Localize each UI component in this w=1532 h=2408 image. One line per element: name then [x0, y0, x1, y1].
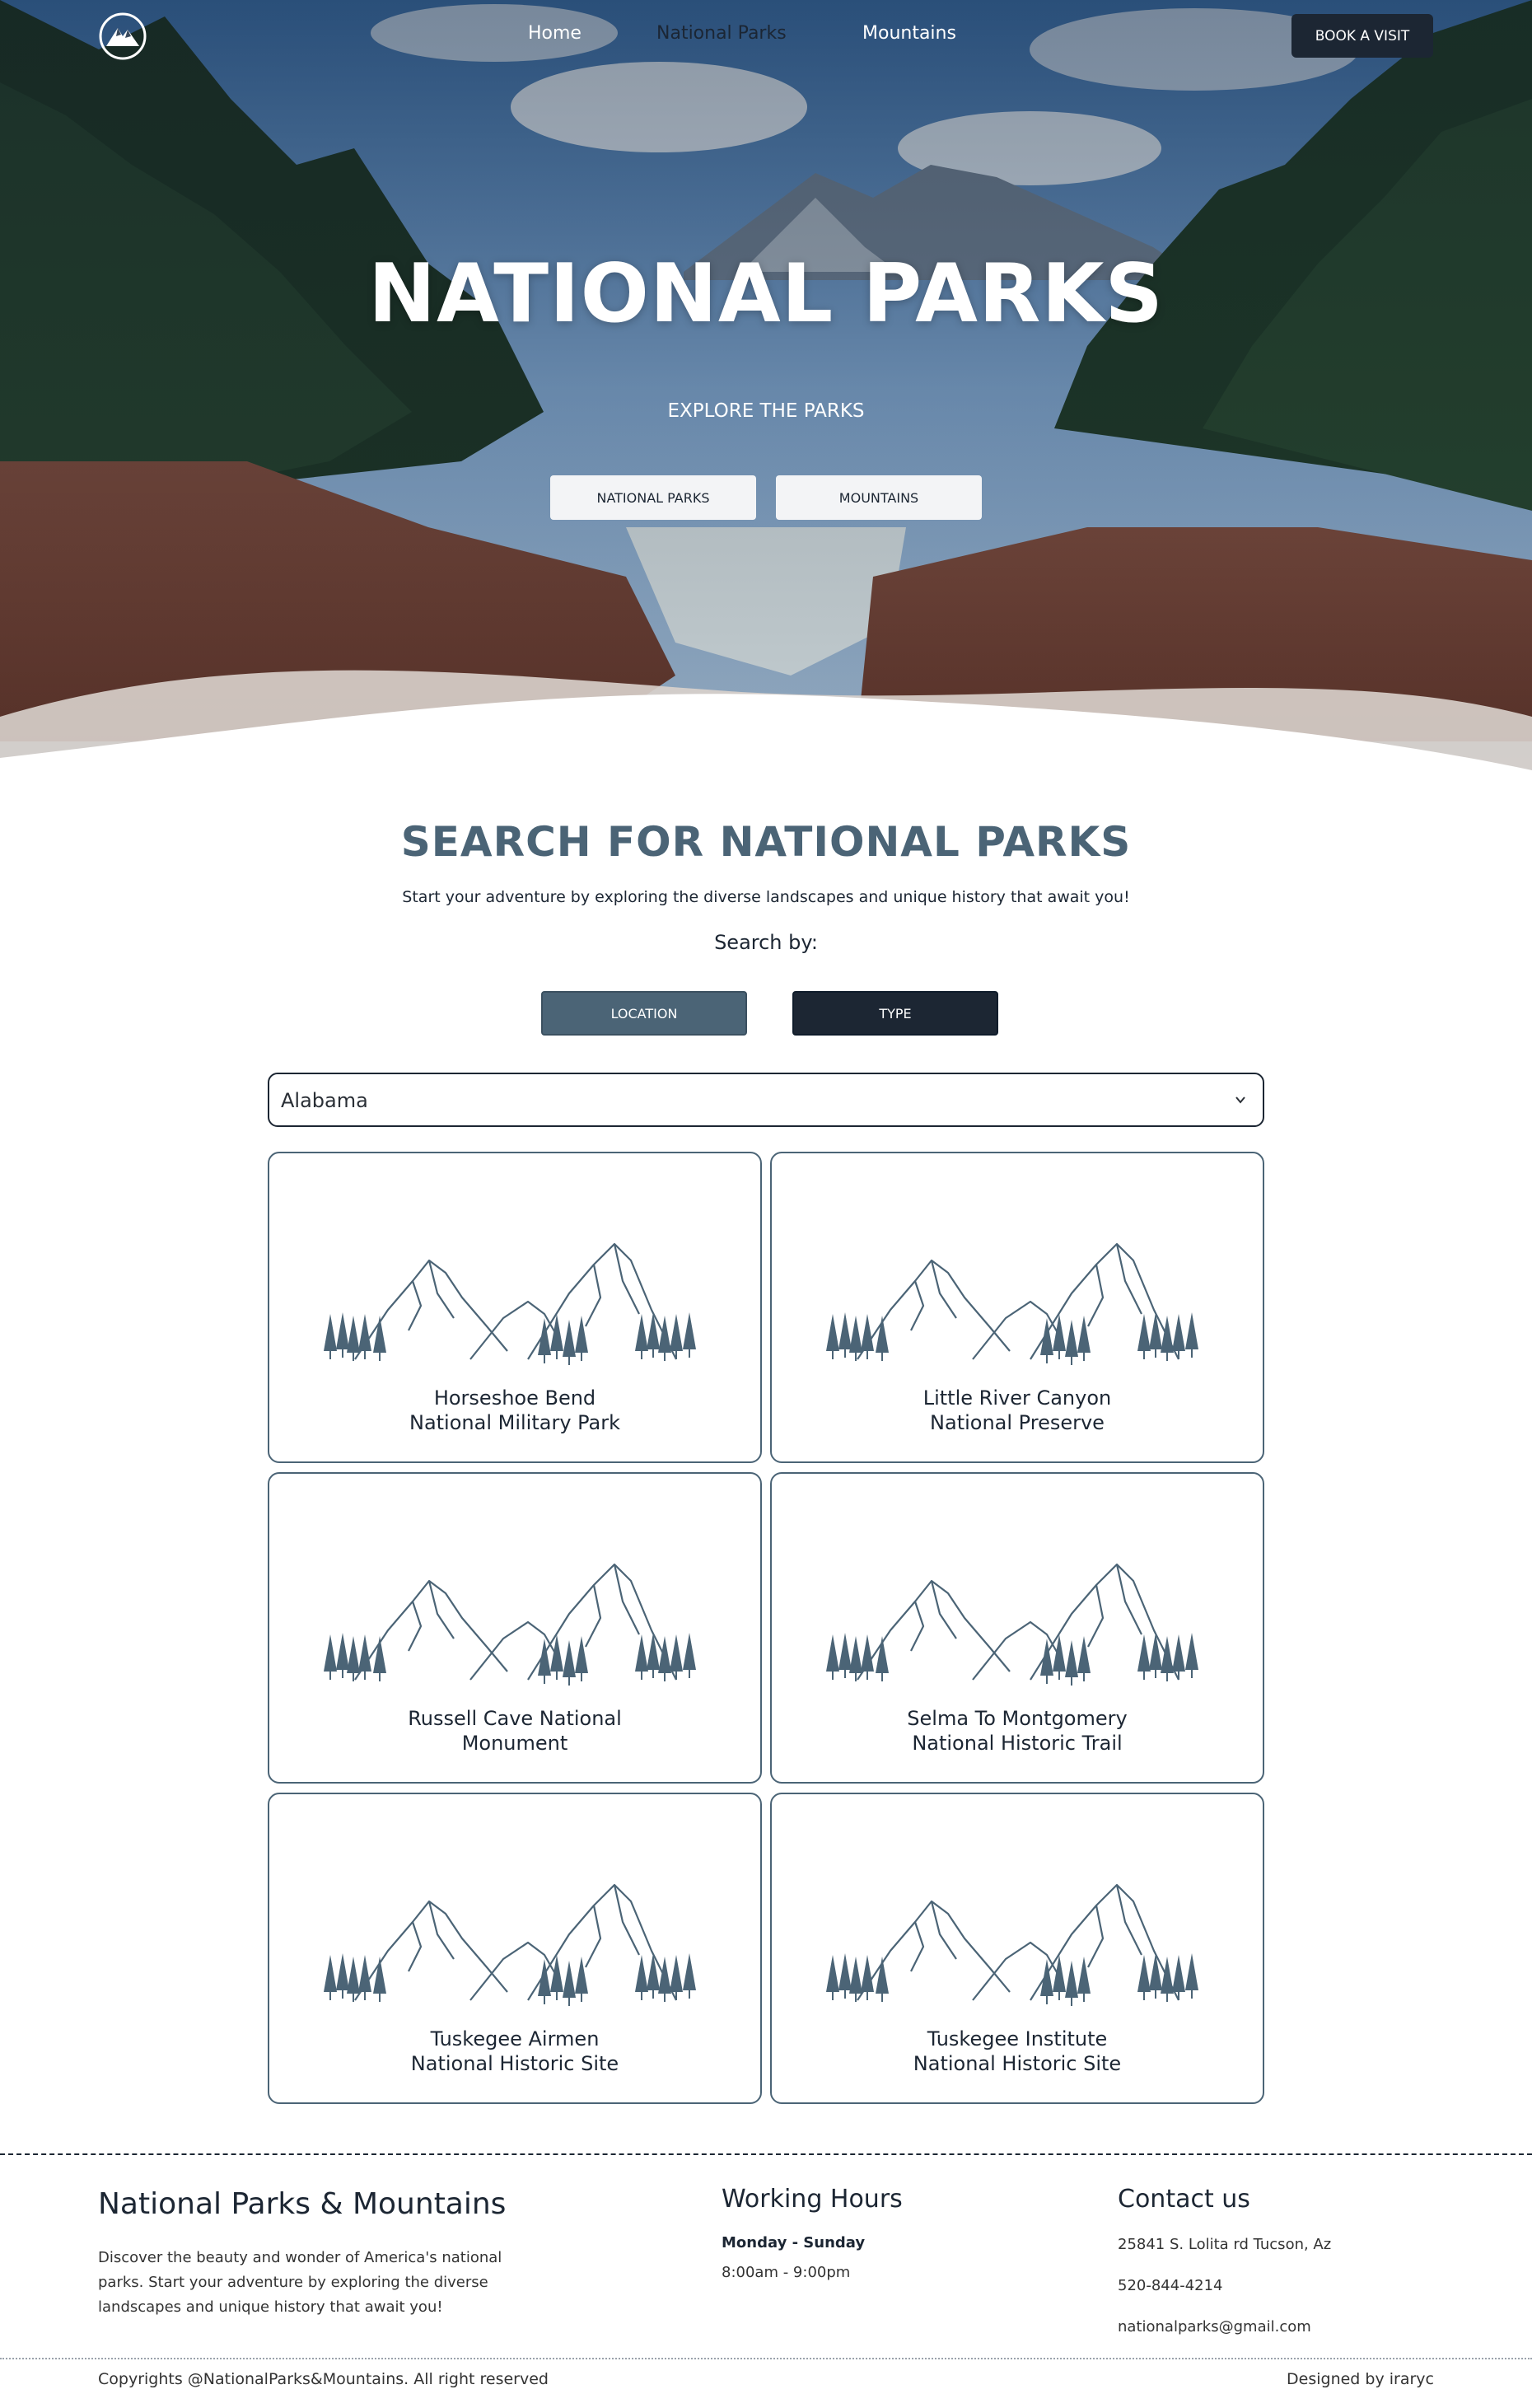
- working-days: Monday - Sunday: [722, 2234, 866, 2251]
- state-select[interactable]: Alabama: [268, 1073, 1264, 1127]
- park-name-line1: Little River Canyon: [922, 1386, 1112, 1410]
- state-select-value: Alabama: [281, 1089, 368, 1112]
- mountain-illustration-icon: [324, 1563, 696, 1686]
- park-name-line1: Horseshoe Bend: [433, 1386, 596, 1410]
- chevron-down-icon: [1235, 1096, 1245, 1104]
- park-card-title: Selma To Montgomery National Historic Tra…: [772, 1706, 1263, 1756]
- contact-address: 25841 S. Lolita rd Tucson, Az: [1118, 2236, 1332, 2253]
- hero-section: Home National Parks Mountains BOOK A VIS…: [0, 0, 1532, 774]
- park-card-title: Little River Canyon National Preserve: [772, 1386, 1263, 1435]
- park-name-line2: National Historic Trail: [912, 1732, 1123, 1755]
- contact-email[interactable]: nationalparks@gmail.com: [1118, 2318, 1311, 2336]
- park-name-line1: Tuskegee Airmen: [430, 2027, 600, 2050]
- hero-subtitle: EXPLORE THE PARKS: [667, 400, 865, 422]
- park-name-line2: Monument: [461, 1732, 568, 1755]
- nav-mountains-link[interactable]: Mountains: [862, 23, 956, 44]
- working-hours: 8:00am - 9:00pm: [722, 2264, 851, 2281]
- park-card[interactable]: Russell Cave National Monument: [268, 1472, 762, 1784]
- park-card[interactable]: Tuskegee Institute National Historic Site: [770, 1793, 1264, 2104]
- footer-divider: [0, 2153, 1532, 2155]
- hero-landscape-image: [0, 0, 1532, 774]
- park-card[interactable]: Little River Canyon National Preserve: [770, 1152, 1264, 1463]
- park-card[interactable]: Tuskegee Airmen National Historic Site: [268, 1793, 762, 2104]
- park-card-title: Tuskegee Institute National Historic Site: [772, 2027, 1263, 2076]
- hero-mountains-button[interactable]: MOUNTAINS: [776, 475, 982, 520]
- nav-home-link[interactable]: Home: [528, 23, 582, 44]
- footer-brand: National Parks & Mountains: [98, 2187, 507, 2221]
- park-card[interactable]: Selma To Montgomery National Historic Tra…: [770, 1472, 1264, 1784]
- park-name-line1: Russell Cave National: [408, 1707, 622, 1730]
- park-card-title: Tuskegee Airmen National Historic Site: [269, 2027, 760, 2076]
- contact-title: Contact us: [1118, 2185, 1250, 2214]
- hero-national-parks-button[interactable]: NATIONAL PARKS: [550, 475, 756, 520]
- park-name-line2: National Preserve: [930, 1411, 1105, 1434]
- mountain-illustration-icon: [324, 1242, 696, 1365]
- nav-national-parks-link[interactable]: National Parks: [656, 23, 787, 44]
- designed-by-text: Designed by iraryc: [1287, 2370, 1434, 2388]
- contact-phone[interactable]: 520-844-4214: [1118, 2277, 1223, 2294]
- mountain-illustration-icon: [826, 1883, 1198, 2006]
- park-name-line1: Selma To Montgomery: [907, 1707, 1128, 1730]
- mountain-illustration-icon: [324, 1883, 696, 2006]
- mountain-illustration-icon: [826, 1563, 1198, 1686]
- park-name-line1: Tuskegee Institute: [927, 2027, 1108, 2050]
- hero-title: NATIONAL PARKS: [368, 247, 1164, 341]
- search-by-label: Search by:: [714, 931, 818, 954]
- park-name-line2: National Historic Site: [410, 2052, 619, 2075]
- footer-bottom-divider: [0, 2358, 1532, 2359]
- working-hours-title: Working Hours: [722, 2185, 903, 2214]
- search-title: SEARCH FOR NATIONAL PARKS: [400, 818, 1132, 866]
- park-name-line2: National Military Park: [409, 1411, 621, 1434]
- book-visit-button[interactable]: BOOK A VISIT: [1291, 14, 1433, 58]
- park-card[interactable]: Horseshoe Bend National Military Park: [268, 1152, 762, 1463]
- park-card-title: Horseshoe Bend National Military Park: [269, 1386, 760, 1435]
- filter-location-button[interactable]: LOCATION: [541, 991, 747, 1036]
- park-name-line2: National Historic Site: [913, 2052, 1122, 2075]
- search-description: Start your adventure by exploring the di…: [402, 888, 1130, 906]
- filter-type-button[interactable]: TYPE: [792, 991, 998, 1036]
- copyright-text: Copyrights @NationalParks&Mountains. All…: [98, 2370, 549, 2388]
- footer-about-text: Discover the beauty and wonder of Americ…: [98, 2249, 502, 2316]
- park-card-title: Russell Cave National Monument: [269, 1706, 760, 1756]
- mountain-illustration-icon: [826, 1242, 1198, 1365]
